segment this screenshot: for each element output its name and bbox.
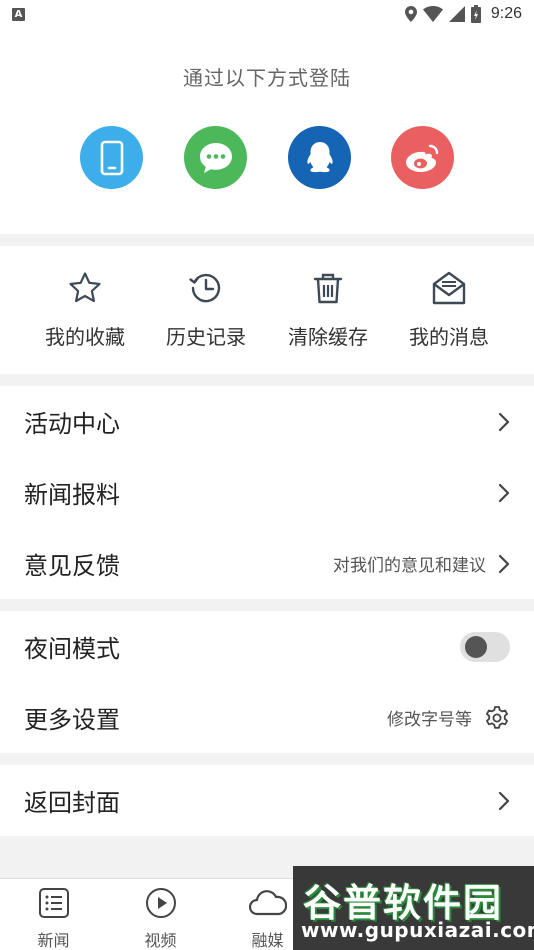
mail-icon [432, 271, 466, 305]
more-settings-label: 更多设置 [24, 706, 120, 734]
more-settings-row[interactable]: 更多设置 修改字号等 [0, 682, 534, 753]
menu-group-settings: 夜间模式 更多设置 修改字号等 [0, 611, 534, 753]
tab-video[interactable]: 视频 [107, 885, 214, 950]
tab-video-label: 视频 [144, 931, 177, 950]
phone-login-button[interactable] [80, 126, 143, 189]
login-section: 通过以下方式登陆 [0, 28, 534, 234]
history-button[interactable]: 历史记录 [145, 268, 267, 350]
wechat-icon [199, 142, 232, 173]
battery-icon [470, 5, 481, 23]
activity-center-row[interactable]: 活动中心 [0, 386, 534, 457]
more-settings-hint: 修改字号等 [387, 710, 472, 730]
qq-login-button[interactable] [288, 126, 351, 189]
back-cover-row[interactable]: 返回封面 [0, 765, 534, 836]
phone-icon [100, 140, 123, 175]
messages-label: 我的消息 [409, 325, 489, 349]
location-icon [404, 6, 417, 22]
tab-news-label: 新闻 [37, 931, 70, 950]
history-icon [189, 273, 221, 303]
play-icon [145, 888, 176, 918]
gear-icon [486, 705, 508, 729]
activity-center-label: 活动中心 [24, 410, 120, 438]
wechat-login-button[interactable] [184, 126, 247, 189]
feedback-row[interactable]: 意见反馈 对我们的意见和建议 [0, 528, 534, 599]
login-methods [0, 126, 534, 190]
menu-group-cover: 返回封面 [0, 765, 534, 836]
tab-news[interactable]: 新闻 [0, 885, 107, 950]
status-time: 9:26 [490, 5, 522, 22]
watermark-url: www.gupuxiazai.com [301, 918, 534, 942]
night-mode-label: 夜间模式 [24, 635, 120, 663]
chevron-right-icon [498, 412, 510, 431]
signal-icon [448, 6, 465, 22]
back-cover-label: 返回封面 [24, 789, 120, 817]
favorites-label: 我的收藏 [45, 325, 125, 349]
cloud-icon [248, 890, 287, 916]
feedback-hint: 对我们的意见和建议 [333, 556, 486, 576]
news-report-label: 新闻报料 [24, 481, 120, 509]
chevron-right-icon [498, 554, 510, 573]
trash-icon [313, 273, 343, 304]
clear-cache-label: 清除缓存 [288, 325, 368, 349]
night-mode-row: 夜间模式 [0, 611, 534, 682]
app-notification-icon: A [12, 7, 25, 21]
messages-button[interactable]: 我的消息 [388, 268, 510, 350]
news-report-row[interactable]: 新闻报料 [0, 457, 534, 528]
weibo-icon [405, 144, 438, 172]
weibo-login-button[interactable] [391, 126, 454, 189]
toggle-knob [465, 635, 487, 658]
status-indicators: 9:26 [404, 5, 522, 23]
wifi-icon [422, 6, 443, 22]
chevron-right-icon [498, 791, 510, 810]
favorites-button[interactable]: 我的收藏 [24, 268, 146, 350]
watermark: 谷普软件园 www.gupuxiazai.com [293, 866, 534, 950]
status-bar: A 9:26 [0, 0, 534, 28]
night-mode-toggle[interactable] [460, 631, 510, 662]
list-icon [38, 888, 69, 918]
chevron-right-icon [498, 483, 510, 502]
star-icon [69, 272, 101, 303]
menu-group-main: 活动中心 新闻报料 意见反馈 对我们的意见和建议 [0, 386, 534, 599]
feedback-label: 意见反馈 [24, 552, 120, 580]
clear-cache-button[interactable]: 清除缓存 [267, 268, 389, 350]
history-label: 历史记录 [166, 325, 246, 349]
qq-icon [306, 141, 333, 172]
quick-actions: 我的收藏 历史记录 清除缓存 我的消息 [0, 246, 534, 374]
login-title: 通过以下方式登陆 [183, 66, 351, 90]
